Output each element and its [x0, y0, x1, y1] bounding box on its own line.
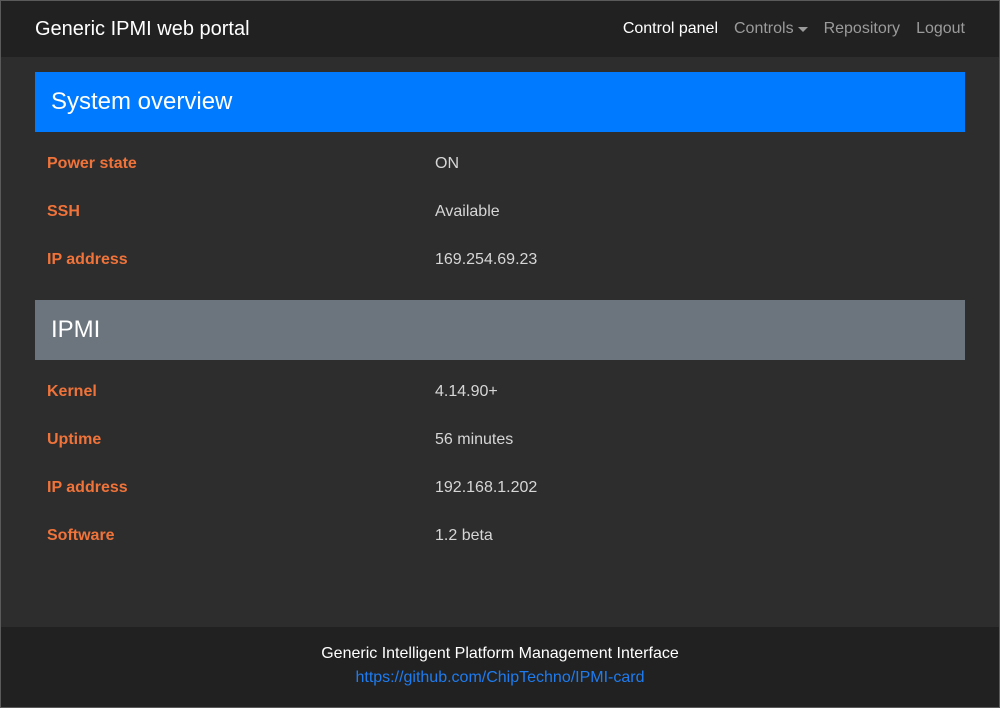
row-value: 1.2 beta — [435, 527, 493, 544]
system-overview-header: System overview — [35, 72, 965, 132]
info-row-power-state: Power state ON — [35, 155, 965, 179]
navbar-brand[interactable]: Generic IPMI web portal — [35, 18, 250, 41]
navbar: Generic IPMI web portal Control panel Co… — [1, 1, 999, 57]
info-row-uptime: Uptime 56 minutes — [35, 431, 965, 455]
row-value: ON — [435, 155, 459, 172]
info-row-kernel: Kernel 4.14.90+ — [35, 383, 965, 407]
caret-down-icon — [797, 27, 808, 32]
row-label: IP address — [47, 251, 128, 268]
nav-repository[interactable]: Repository — [824, 20, 900, 38]
footer-repo-link[interactable]: https://github.com/ChipTechno/IPMI-card — [1, 669, 999, 687]
row-value: 192.168.1.202 — [435, 479, 538, 496]
row-value: 56 minutes — [435, 431, 514, 448]
nav-control-panel[interactable]: Control panel — [623, 20, 718, 38]
row-label: Kernel — [47, 383, 97, 400]
info-row-software: Software 1.2 beta — [35, 527, 965, 551]
row-label: Power state — [47, 155, 137, 172]
footer-title: Generic Intelligent Platform Management … — [321, 645, 679, 662]
row-label: Uptime — [47, 431, 102, 448]
footer: Generic Intelligent Platform Management … — [1, 627, 999, 707]
row-value: 169.254.69.23 — [435, 251, 538, 268]
row-label: SSH — [47, 203, 80, 220]
nav-controls-dropdown[interactable]: Controls — [734, 20, 808, 38]
info-row-system-ip: IP address 169.254.69.23 — [35, 251, 965, 275]
row-label: Software — [47, 527, 115, 544]
row-value: 4.14.90+ — [435, 383, 498, 400]
nav-controls-label: Controls — [734, 20, 794, 37]
nav-links: Control panel Controls Repository Logout — [607, 20, 965, 38]
info-row-ssh: SSH Available — [35, 203, 965, 227]
row-value: Available — [435, 203, 500, 220]
ipmi-header: IPMI — [35, 300, 965, 360]
info-row-ipmi-ip: IP address 192.168.1.202 — [35, 479, 965, 503]
nav-logout[interactable]: Logout — [916, 20, 965, 38]
row-label: IP address — [47, 479, 128, 496]
